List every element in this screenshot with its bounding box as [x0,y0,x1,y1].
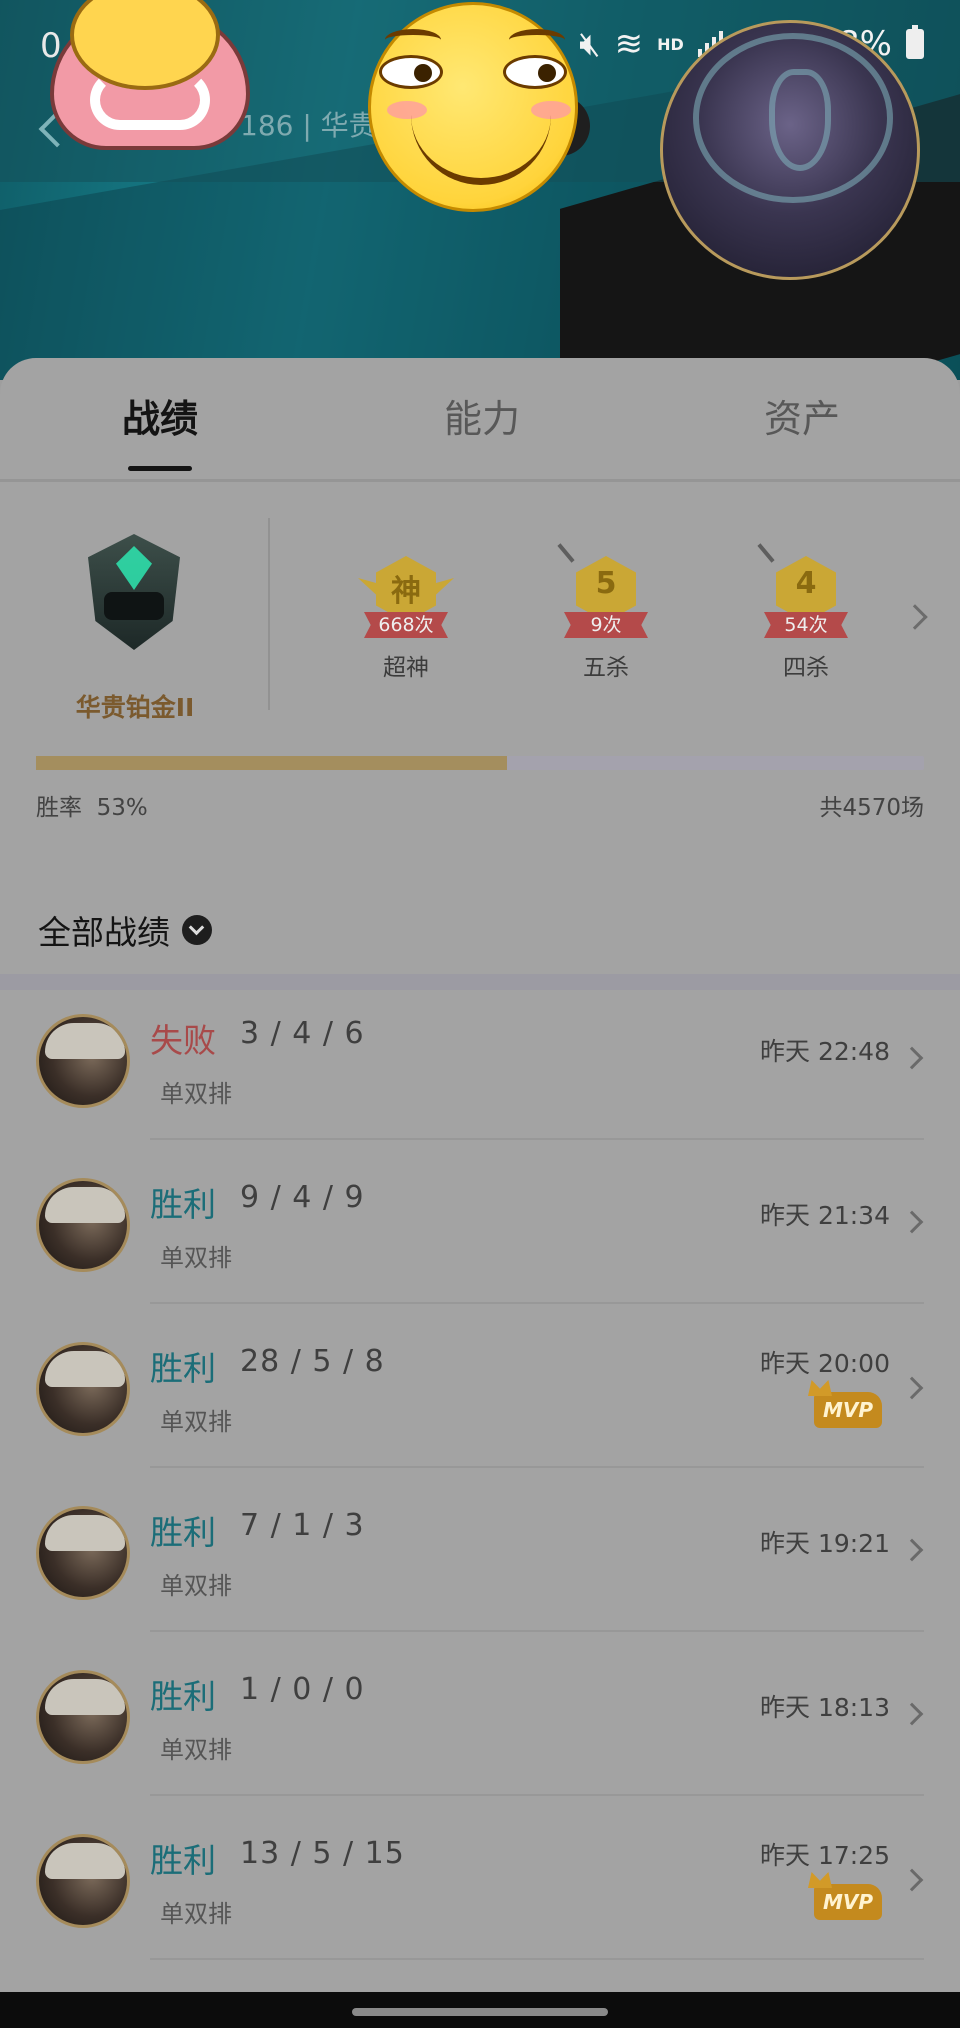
match-list: 失败 3 / 4 / 6 单双排 昨天 22:48 胜利 9 / 4 / 9 单双排 昨天 2… [0,976,960,1960]
match-row[interactable]: 胜利 13 / 5 / 15 单双排 昨天 17:25 MVP [0,1796,960,1960]
hd-label-1: HD [657,34,684,54]
match-mode: 单双排 [160,1080,232,1108]
match-result: 胜利 [150,1841,216,1880]
match-mode: 单双排 [160,1244,232,1272]
hero-avatar [36,1834,130,1928]
sword-icon [757,543,775,563]
chevron-right-icon [900,1538,924,1562]
chevron-right-icon [900,1702,924,1726]
medal-label: 五杀 [583,655,629,681]
record-sheet: 战绩 能力 资产 华贵铂金II 神 668次 超神 5 9次 五杀 4 54次 … [0,358,960,2028]
mvp-badge: MVP [814,1392,882,1428]
chevron-right-icon [900,1210,924,1234]
match-time: 昨天 20:00 [760,1349,890,1378]
medal-count: 9次 [564,612,648,638]
match-mode: 单双排 [160,1408,232,1436]
rank-name: 华贵铂金II [75,693,195,722]
win-rate-value: 53% [96,795,148,821]
match-kda: 1 / 0 / 0 [240,1672,365,1707]
tab-record[interactable]: 战绩 [122,388,198,471]
chevron-right-icon[interactable] [902,604,928,630]
wifi-icon: ≋ [614,24,644,64]
hero-avatar [36,1178,130,1272]
chevron-right-icon [900,1376,924,1400]
chevron-down-icon [182,915,212,945]
match-kda: 3 / 4 / 6 [240,1016,365,1051]
match-time: 昨天 19:21 [760,1529,890,1558]
match-kda: 7 / 1 / 3 [240,1508,365,1543]
match-kda: 13 / 5 / 15 [240,1836,405,1871]
match-kda: 9 / 4 / 9 [240,1180,365,1215]
home-handle[interactable] [352,2008,608,2016]
medal-label: 超神 [383,655,429,681]
win-rate-text: 胜率 53% [36,795,148,821]
match-time: 昨天 18:13 [760,1693,890,1722]
medal-quadra-kill[interactable]: 4 54次 四杀 [746,543,866,682]
match-result: 胜利 [150,1349,216,1388]
match-time: 昨天 17:25 [760,1841,890,1870]
match-time: 昨天 21:34 [760,1201,890,1230]
match-result: 胜利 [150,1513,216,1552]
medal-count: 54次 [764,612,848,638]
emoji-sticker-cloak [50,0,250,160]
match-mode: 单双排 [160,1736,232,1764]
mute-icon: 🔇︎ [579,24,601,64]
match-mode: 单双排 [160,1900,232,1928]
tab-assets[interactable]: 资产 [764,388,840,443]
match-row[interactable]: 胜利 7 / 1 / 3 单双排 昨天 19:21 [0,1468,960,1632]
chevron-right-icon [900,1046,924,1070]
medal-label: 四杀 [783,655,829,681]
match-row[interactable]: 胜利 9 / 4 / 9 单双排 昨天 21:34 [0,1140,960,1304]
match-filter-dropdown[interactable]: 全部战绩 [38,906,212,954]
match-row[interactable]: 胜利 28 / 5 / 8 单双排 昨天 20:00 MVP [0,1304,960,1468]
hero-avatar [36,1342,130,1436]
win-rate-bar-fill [36,756,507,770]
divider [268,518,270,710]
chevron-right-icon [900,1868,924,1892]
match-time: 昨天 22:48 [760,1037,890,1066]
sword-icon [557,543,575,563]
hero-avatar [36,1670,130,1764]
match-kda: 28 / 5 / 8 [240,1344,385,1379]
medal-legendary[interactable]: 神 668次 超神 [346,550,466,682]
tab-bar: 战绩 能力 资产 [0,358,960,482]
match-row[interactable]: 失败 3 / 4 / 6 单双排 昨天 22:48 [0,976,960,1140]
hero-avatar [36,1014,130,1108]
medal-penta-kill[interactable]: 5 9次 五杀 [546,543,666,682]
profile-banner: 0 🔇︎ ≋ HD HD 98% 186 | 华贵铂 [0,0,960,380]
filter-label: 全部战绩 [38,913,170,952]
tab-ability[interactable]: 能力 [444,388,520,443]
total-matches: 共4570场 [819,795,924,821]
emoji-sticker-smirk [368,2,578,212]
match-result: 胜利 [150,1677,216,1716]
match-row[interactable]: 胜利 1 / 0 / 0 单双排 昨天 18:13 [0,1632,960,1796]
battery-icon [906,25,924,59]
medal-count: 668次 [364,612,448,638]
player-avatar[interactable] [660,20,920,280]
win-rate-bar [36,756,924,770]
hero-avatar [36,1506,130,1600]
rank-emblem-icon [88,534,180,650]
match-mode: 单双排 [160,1572,232,1600]
system-nav-bar [0,1992,960,2028]
match-result: 胜利 [150,1185,216,1224]
match-result: 失败 [150,1021,216,1060]
team-logo-icon [693,33,893,203]
mvp-badge: MVP [814,1884,882,1920]
rank-summary: 华贵铂金II 神 668次 超神 5 9次 五杀 4 54次 四杀 胜率 53%… [0,482,960,990]
